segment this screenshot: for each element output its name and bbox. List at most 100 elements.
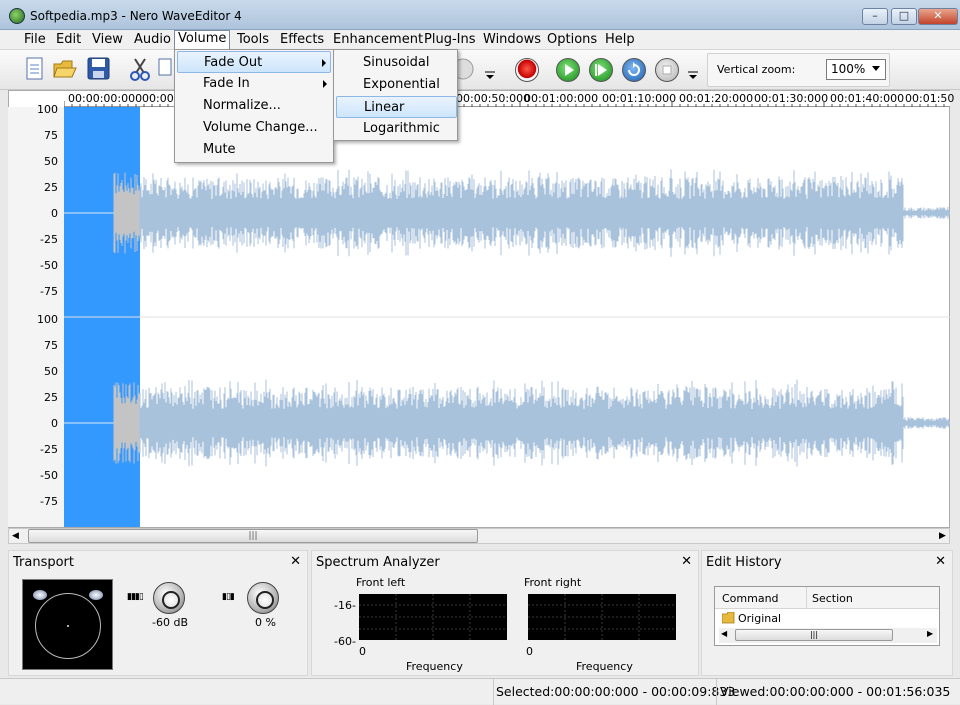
submenu-arrow-icon: [323, 80, 327, 88]
spectrum-x-label: Frequency: [406, 660, 463, 673]
open-folder-icon[interactable]: [52, 56, 78, 82]
scrollbar-thumb[interactable]: |||: [735, 629, 893, 641]
y-label: 0: [51, 207, 58, 220]
front-right-label: Front right: [524, 576, 582, 589]
history-list[interactable]: Command Section Original ◀ ||| ▶: [714, 586, 940, 646]
y-label: -75: [40, 495, 58, 508]
spectrum-right-display: [528, 594, 676, 640]
play-selection-icon: [595, 64, 607, 76]
history-row[interactable]: Original: [738, 612, 781, 625]
menu-help[interactable]: Help: [602, 32, 638, 49]
menu-item-fade-in[interactable]: Fade In: [177, 73, 331, 95]
loop-icon: [628, 62, 640, 76]
vertical-zoom-label: Vertical zoom:: [717, 63, 796, 76]
close-button[interactable]: ✕: [918, 8, 958, 25]
menu-item-label: Sinusoidal: [363, 55, 430, 70]
column-header-command[interactable]: Command: [722, 592, 779, 605]
y-label: -25: [40, 233, 58, 246]
submenu-item-logarithmic[interactable]: Logarithmic: [336, 118, 455, 140]
menu-item-fade-out[interactable]: Fade Out: [177, 51, 331, 73]
submenu-item-exponential[interactable]: Exponential: [336, 74, 455, 96]
spectrum-y-bottom: -60-: [334, 635, 356, 648]
menu-audio[interactable]: Audio: [131, 32, 174, 49]
menu-item-volume-change[interactable]: Volume Change...: [177, 117, 331, 139]
menu-volume[interactable]: Volume: [174, 30, 231, 50]
status-viewed: Viewed:00:00:00:000 - 00:01:56:035: [720, 684, 951, 699]
status-selected: Selected:00:00:00:000 - 00:00:09:833: [496, 684, 736, 699]
y-label: 50: [44, 365, 58, 378]
toolbar-overflow-icon[interactable]: [483, 56, 497, 82]
menu-item-label: Normalize...: [203, 98, 281, 113]
menu-tools[interactable]: Tools: [234, 32, 272, 49]
volume-menu: Fade Out Fade In Normalize... Volume Cha…: [174, 49, 334, 163]
scroll-left-icon[interactable]: ◀: [12, 531, 19, 541]
menu-item-label: Volume Change...: [203, 120, 318, 135]
panel-title: Edit History: [706, 555, 782, 570]
menu-item-label: Fade Out: [204, 55, 263, 70]
close-icon[interactable]: ✕: [935, 554, 946, 569]
y-label: 25: [44, 181, 58, 194]
panel-title: Transport: [13, 555, 75, 570]
stop-icon: [662, 65, 672, 75]
menu-view[interactable]: View: [89, 32, 126, 49]
y-label: 50: [44, 155, 58, 168]
close-icon[interactable]: ✕: [290, 554, 301, 569]
status-bar: Selected:00:00:00:000 - 00:00:09:833 Vie…: [0, 678, 960, 705]
scroll-right-icon[interactable]: ▶: [927, 629, 933, 638]
menu-plugins[interactable]: Plug-Ins: [421, 32, 478, 49]
y-label: 75: [44, 339, 58, 352]
jog-wheel[interactable]: [22, 579, 113, 670]
close-icon[interactable]: ✕: [681, 554, 692, 569]
loop-button[interactable]: [622, 58, 646, 82]
menu-options[interactable]: Options: [544, 32, 600, 49]
app-icon: [9, 8, 25, 24]
record-button[interactable]: [515, 58, 539, 82]
menu-item-label: Mute: [203, 142, 236, 157]
front-left-label: Front left: [356, 576, 406, 589]
folder-icon: [721, 611, 736, 624]
minimize-button[interactable]: –: [862, 8, 888, 25]
menu-file[interactable]: File: [21, 32, 49, 49]
scroll-left-icon[interactable]: ◀: [721, 629, 727, 638]
menu-item-label: Exponential: [363, 77, 440, 92]
scroll-right-icon[interactable]: ▶: [939, 531, 946, 541]
play-selection-button[interactable]: [589, 58, 613, 82]
save-icon[interactable]: [86, 56, 112, 82]
y-label: 100: [37, 103, 58, 116]
menu-item-normalize[interactable]: Normalize...: [177, 95, 331, 117]
menu-effects[interactable]: Effects: [277, 32, 327, 49]
spectrum-x-zero: 0: [359, 645, 366, 658]
panel-title: Spectrum Analyzer: [316, 555, 440, 570]
balance-value: 0 %: [255, 616, 276, 629]
balance-knob[interactable]: [247, 582, 279, 614]
play-icon: [565, 64, 574, 76]
balance-icon: ▮▯▮: [222, 592, 235, 602]
spectrum-x-label: Frequency: [576, 660, 633, 673]
y-label: 75: [44, 129, 58, 142]
scrollbar-thumb[interactable]: |||: [28, 529, 478, 543]
menu-item-label: Fade In: [203, 76, 250, 91]
volume-knob[interactable]: [153, 582, 185, 614]
y-label: -50: [40, 469, 58, 482]
cut-icon[interactable]: [127, 56, 153, 82]
menu-item-mute[interactable]: Mute: [177, 139, 331, 161]
history-scrollbar[interactable]: ◀ ||| ▶: [719, 628, 937, 643]
maximize-button[interactable]: □: [891, 8, 917, 25]
chevron-down-icon: [872, 66, 880, 71]
spectrum-x-zero: 0: [526, 645, 533, 658]
menu-enhancement[interactable]: Enhancement: [330, 32, 426, 49]
menu-edit[interactable]: Edit: [53, 32, 84, 49]
column-header-section[interactable]: Section: [812, 592, 853, 605]
spectrum-left-display: [359, 594, 507, 640]
menu-bar: File Edit View Audio Volume Tools Effect…: [0, 30, 960, 50]
new-file-icon[interactable]: [22, 56, 48, 82]
window-title: Softpedia.mp3 - Nero WaveEditor 4: [30, 9, 242, 23]
submenu-item-sinusoidal[interactable]: Sinusoidal: [336, 52, 455, 74]
submenu-item-linear[interactable]: Linear: [336, 96, 457, 118]
play-button[interactable]: [556, 58, 580, 82]
y-label: 25: [44, 391, 58, 404]
fade-out-submenu: Sinusoidal Exponential Linear Logarithmi…: [333, 49, 458, 141]
menu-windows[interactable]: Windows: [480, 32, 544, 49]
toolbar-overflow-icon-2[interactable]: [686, 56, 700, 82]
stop-button[interactable]: [655, 58, 679, 82]
